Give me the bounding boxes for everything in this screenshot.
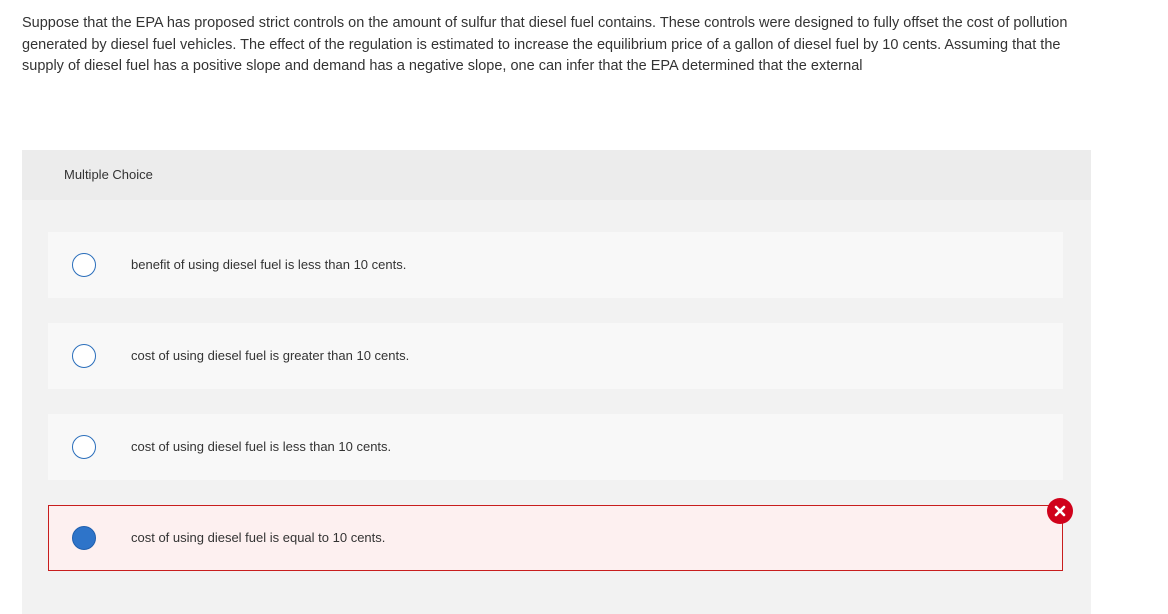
question-text: Suppose that the EPA has proposed strict… bbox=[22, 15, 1068, 74]
radio-button[interactable] bbox=[72, 344, 96, 368]
answer-option-3[interactable]: cost of using diesel fuel is less than 1… bbox=[48, 414, 1063, 480]
answer-option-label: cost of using diesel fuel is less than 1… bbox=[131, 439, 392, 454]
answer-option-label: cost of using diesel fuel is equal to 10… bbox=[131, 530, 386, 545]
multiple-choice-panel: Multiple Choice benefit of using diesel … bbox=[22, 150, 1091, 614]
multiple-choice-header: Multiple Choice bbox=[22, 150, 1091, 200]
answer-option-label: benefit of using diesel fuel is less tha… bbox=[131, 257, 407, 272]
answer-option-label: cost of using diesel fuel is greater tha… bbox=[131, 348, 410, 363]
incorrect-x-icon bbox=[1047, 498, 1073, 524]
close-x-icon bbox=[1054, 505, 1066, 517]
answer-option-4-selected-incorrect[interactable]: cost of using diesel fuel is equal to 10… bbox=[48, 498, 1073, 571]
radio-button[interactable] bbox=[72, 253, 96, 277]
radio-button[interactable] bbox=[72, 435, 96, 459]
answer-option-1[interactable]: benefit of using diesel fuel is less tha… bbox=[48, 232, 1063, 298]
answer-option-2[interactable]: cost of using diesel fuel is greater tha… bbox=[48, 323, 1063, 389]
multiple-choice-header-label: Multiple Choice bbox=[64, 167, 153, 182]
radio-button-selected[interactable] bbox=[72, 526, 96, 550]
